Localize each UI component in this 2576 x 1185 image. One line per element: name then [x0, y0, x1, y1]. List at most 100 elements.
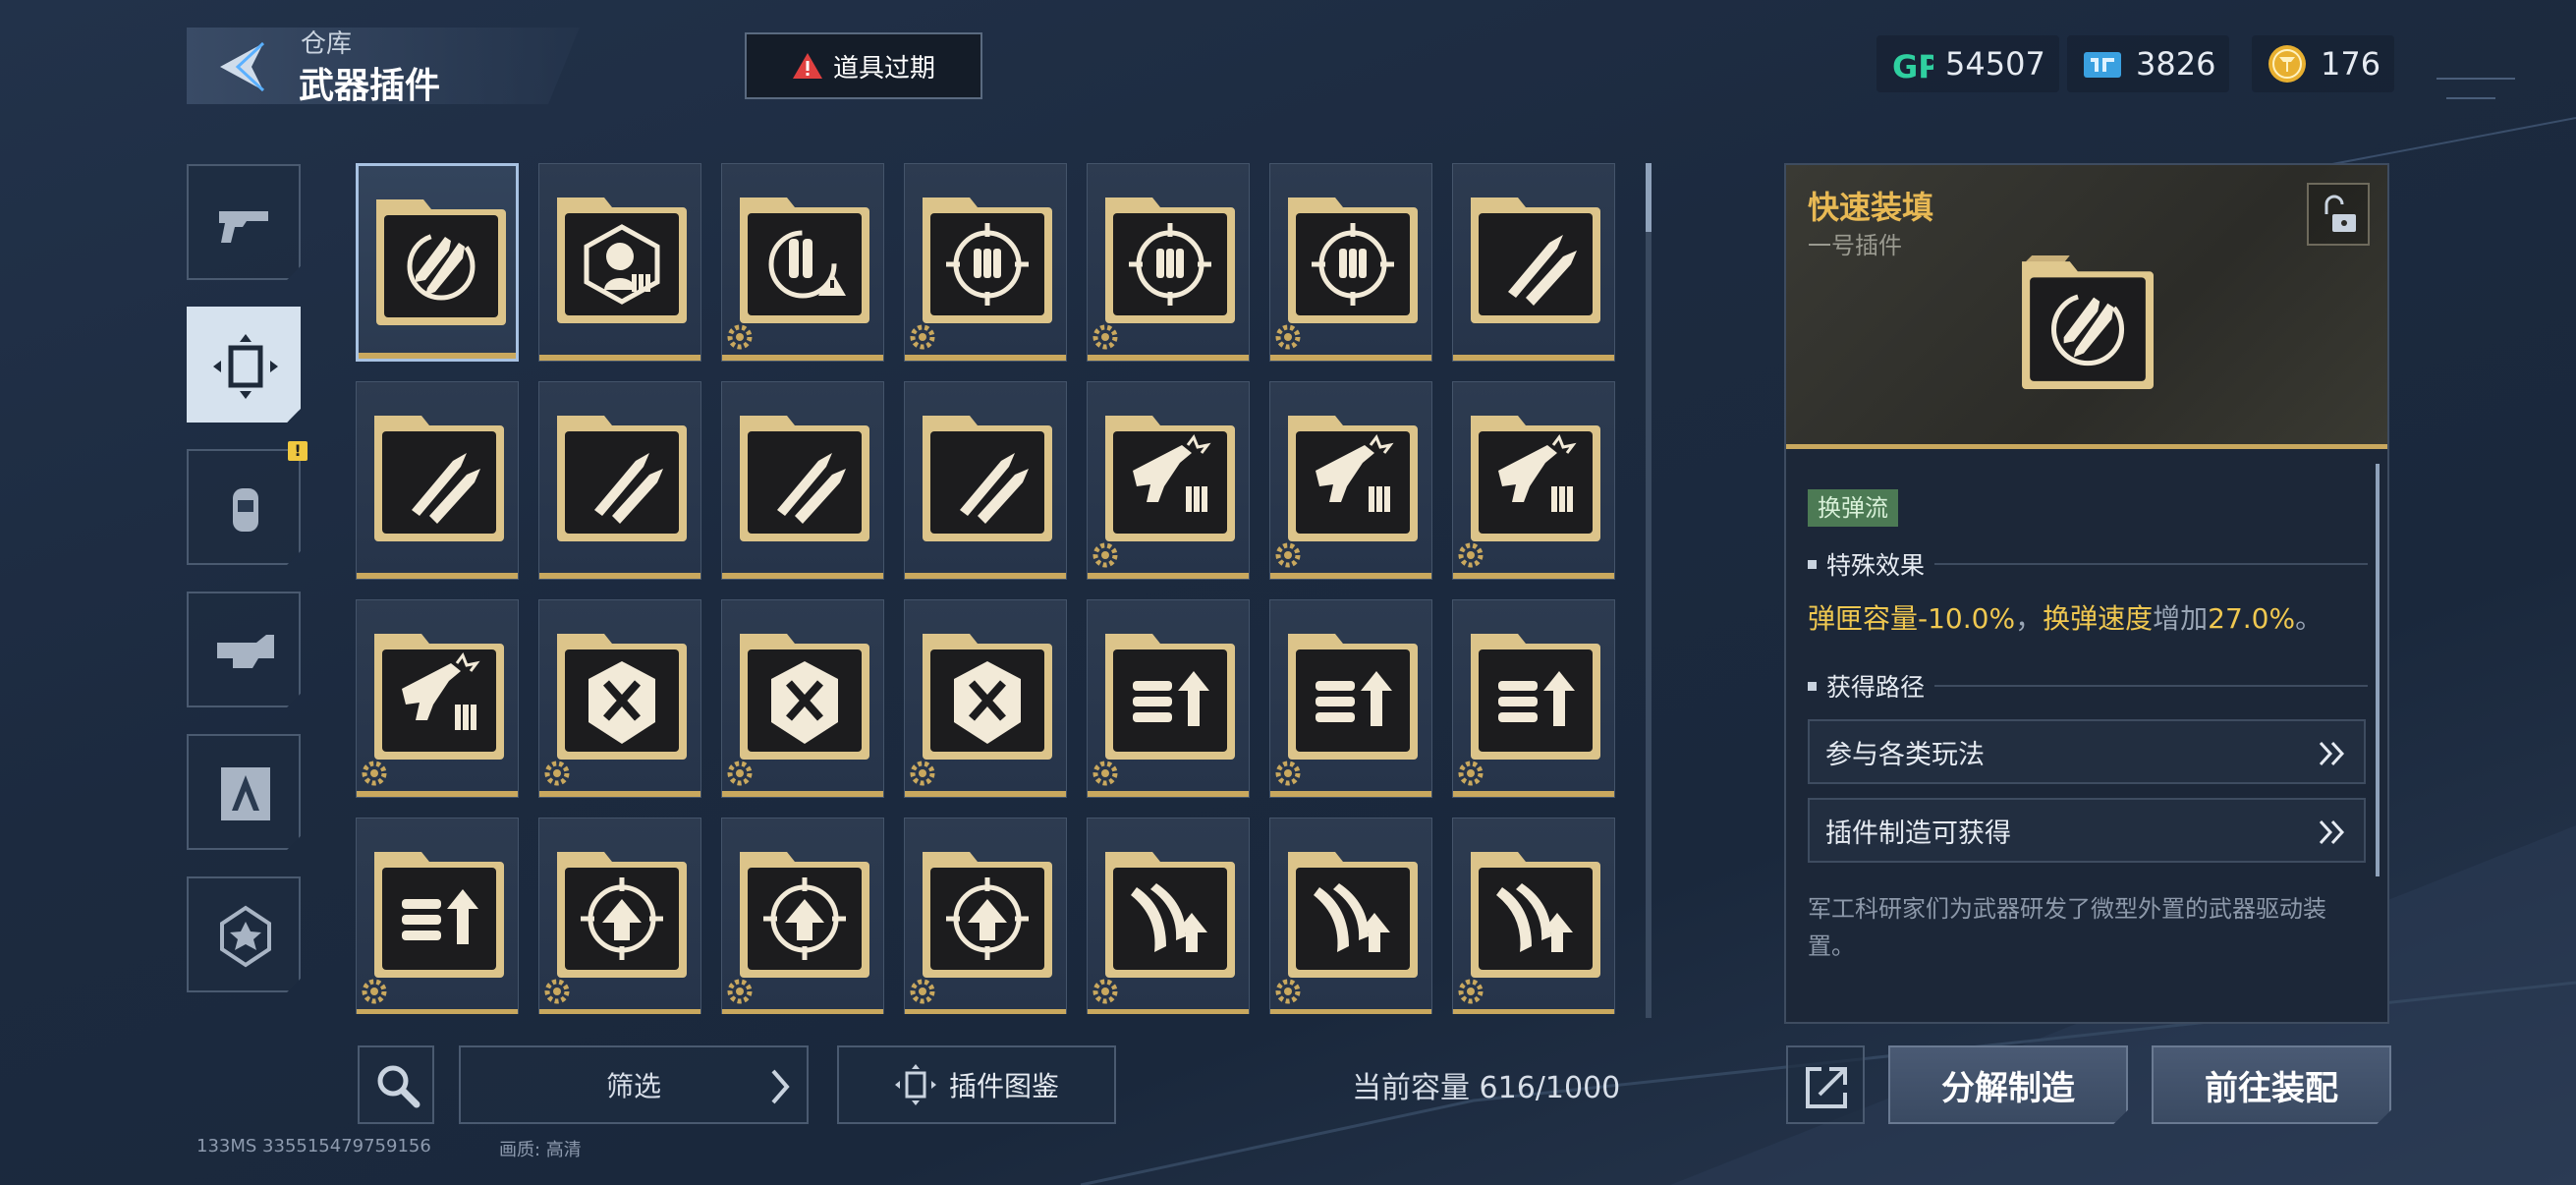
gear-icon — [362, 761, 387, 786]
rarity-bar — [1453, 355, 1614, 361]
rarity-bar — [1270, 573, 1431, 579]
rarity-bar — [722, 1009, 883, 1014]
plugin-slot-item[interactable] — [721, 818, 884, 1014]
back-arrow-icon[interactable] — [214, 37, 273, 96]
plugin-slot-item[interactable] — [1087, 381, 1250, 580]
rocket-reload-icon — [376, 199, 506, 325]
special-effect-title: 特殊效果 — [1826, 551, 1926, 580]
plugin-slot-item[interactable] — [721, 381, 884, 580]
ticket-amount: 3826 — [2136, 45, 2216, 83]
plugin-slot-item[interactable] — [538, 381, 701, 580]
category-firearm[interactable] — [187, 164, 301, 280]
expired-items-button[interactable]: 道具过期 — [745, 32, 982, 99]
quality-info: 画质: 高清 — [499, 1140, 582, 1160]
wing-up-icon — [1105, 852, 1235, 978]
plugin-name: 快速装填 — [1808, 189, 1934, 226]
plugin-slot-item[interactable] — [904, 381, 1067, 580]
plugin-slot-item[interactable] — [356, 381, 519, 580]
plugin-slot-item[interactable] — [1269, 818, 1432, 1014]
category-character[interactable] — [187, 734, 301, 850]
plugin-slot-item[interactable] — [1269, 163, 1432, 362]
plugin-frame-icon — [894, 1064, 936, 1105]
vehicle-icon — [217, 635, 274, 668]
filter-button[interactable]: 筛选 — [459, 1045, 809, 1124]
rarity-bar — [905, 1009, 1066, 1014]
go-equip-button[interactable]: 前往装配 — [2152, 1045, 2391, 1124]
plugin-slot-item[interactable] — [356, 818, 519, 1014]
expired-items-label: 道具过期 — [832, 53, 935, 84]
search-button[interactable] — [358, 1045, 434, 1124]
plugin-slot-item[interactable] — [1087, 163, 1250, 362]
detail-scrollbar[interactable] — [2376, 464, 2380, 876]
plugin-slot-item[interactable] — [538, 163, 701, 362]
rarity-bar — [359, 353, 516, 359]
category-weapon-plugin[interactable] — [187, 307, 301, 423]
decompose-craft-button[interactable]: 分解制造 — [1888, 1045, 2128, 1124]
gun-ammo-icon — [1471, 416, 1600, 541]
export-button[interactable] — [1786, 1045, 1865, 1124]
twin-bullet-icon — [374, 416, 504, 541]
alert-badge: ! — [288, 441, 308, 461]
page-title: 武器插件 — [299, 66, 441, 106]
plugin-slot-item[interactable] — [1269, 381, 1432, 580]
plugin-slot-item[interactable] — [356, 599, 519, 798]
coin-icon — [2268, 45, 2306, 83]
selected-plugin-icon — [2022, 255, 2154, 390]
capacity-text: 当前容量 616/1000 — [1352, 1071, 1621, 1105]
plugin-slot-item[interactable] — [1087, 599, 1250, 798]
gp-amount: 54507 — [1945, 45, 2045, 83]
currency-ticket: 3826 — [2067, 35, 2230, 92]
plugin-slot-item[interactable] — [1087, 818, 1250, 1014]
gun-ammo-icon — [1105, 416, 1235, 541]
unlock-icon — [2324, 195, 2356, 232]
crosshair-ammo-icon — [1105, 198, 1235, 323]
gear-icon — [1275, 542, 1301, 568]
category-throwable[interactable] — [187, 449, 301, 565]
gear-icon — [1275, 761, 1301, 786]
grid-scrollbar-track[interactable] — [1646, 163, 1652, 1018]
plugin-slot-item[interactable] — [904, 818, 1067, 1014]
pistol-icon — [219, 211, 268, 243]
plugin-slot-item[interactable] — [904, 599, 1067, 798]
gear-icon — [727, 979, 753, 1004]
lock-button[interactable] — [2307, 183, 2370, 246]
plugin-codex-button[interactable]: 插件图鉴 — [837, 1045, 1116, 1124]
category-vehicle[interactable] — [187, 592, 301, 707]
effect-sep: ， — [2015, 602, 2044, 635]
coin-amount: 176 — [2321, 45, 2381, 83]
plugin-slot-item[interactable] — [1452, 163, 1615, 362]
gear-icon — [910, 324, 935, 350]
route-crafting-button[interactable]: 插件制造可获得 — [1808, 798, 2366, 863]
plugin-slot-item[interactable] — [1452, 818, 1615, 1014]
filter-label: 筛选 — [605, 1070, 661, 1102]
plugin-detail-panel: 快速装填 一号插件 换弹流 特殊效果 弹匣容量-10.0%，换弹速度增加27.0… — [1784, 163, 2389, 1024]
route-gameplay-button[interactable]: 参与各类玩法 — [1808, 719, 2366, 784]
plugin-slot-item[interactable] — [538, 818, 701, 1014]
rarity-bar — [357, 1009, 518, 1014]
gear-icon — [1092, 324, 1118, 350]
twin-bullet-icon — [740, 416, 869, 541]
plugin-slot-item[interactable] — [721, 599, 884, 798]
grid-scrollbar-thumb[interactable] — [1646, 163, 1652, 232]
plugin-slot-item[interactable] — [1269, 599, 1432, 798]
wing-up-icon — [1288, 852, 1418, 978]
ticket-icon — [2084, 52, 2121, 78]
gear-icon — [544, 979, 570, 1004]
effect-stat-2: 换弹速度 — [2043, 602, 2154, 635]
gear-icon — [1092, 979, 1118, 1004]
search-icon — [377, 1065, 420, 1108]
plugin-slot-item[interactable] — [356, 163, 519, 362]
grenade-icon — [233, 488, 258, 532]
plugin-slot-item[interactable] — [538, 599, 701, 798]
wing-up-icon — [1471, 852, 1600, 978]
plugin-slot-item[interactable] — [904, 163, 1067, 362]
rarity-bar — [1453, 791, 1614, 797]
plugin-slot-item[interactable] — [1452, 599, 1615, 798]
effect-verb: 增加 — [2153, 602, 2209, 635]
rarity-bar — [722, 355, 883, 361]
rarity-bar — [1453, 1009, 1614, 1014]
category-badge[interactable] — [187, 876, 301, 992]
plugin-slot-item[interactable] — [721, 163, 884, 362]
gear-icon — [1275, 979, 1301, 1004]
plugin-slot-item[interactable] — [1452, 381, 1615, 580]
